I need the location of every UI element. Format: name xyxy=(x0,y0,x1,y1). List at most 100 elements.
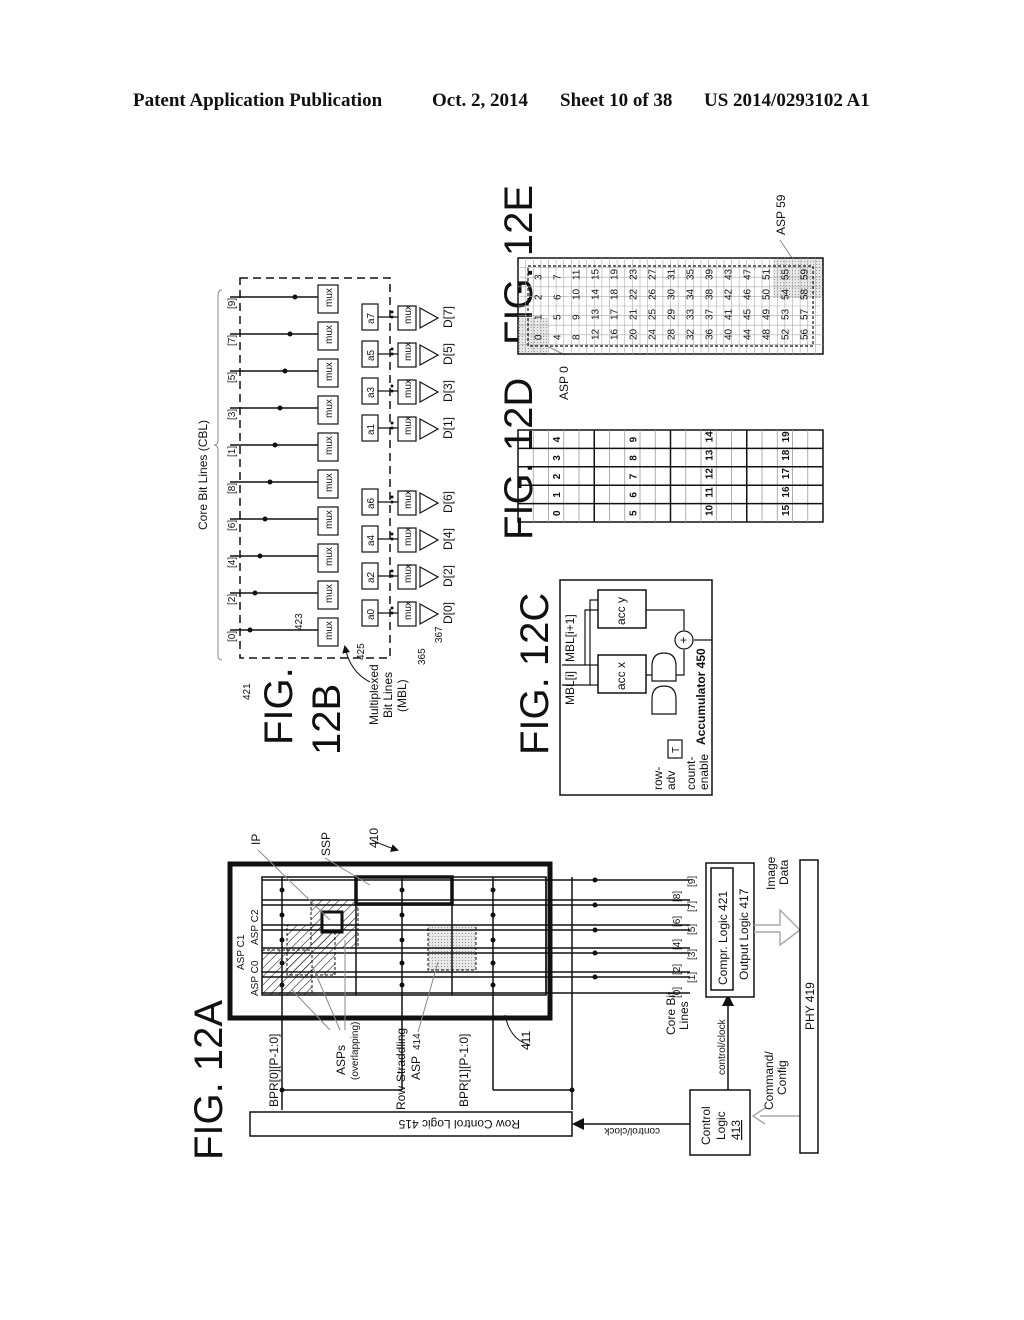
overlapping-label: (overlapping) xyxy=(350,1022,361,1080)
output-label: D[0] xyxy=(441,602,455,624)
bpr0-label: BPR[0][P-1:0] xyxy=(267,1034,281,1107)
grid-cell-label: 9 xyxy=(628,436,639,442)
grid-cell-label: 36 xyxy=(705,328,716,340)
and-gate-457 xyxy=(651,685,677,715)
grid-cell-label: 18 xyxy=(610,288,621,300)
buffer-icon xyxy=(419,565,440,589)
buffer-icon xyxy=(419,380,440,404)
grid-cell-label: 0 xyxy=(552,510,563,516)
row-adv-label-1: adv xyxy=(664,771,678,790)
mux-label: mux xyxy=(324,436,335,455)
adder-label: a1 xyxy=(366,423,377,435)
grid-cell-label: 12 xyxy=(705,468,716,480)
mbl-i1-label: MBL[i+1] xyxy=(563,614,577,662)
grid-cell-label: 54 xyxy=(781,288,792,300)
output-label: D[6] xyxy=(441,491,455,513)
grid-cell-label: 8 xyxy=(572,334,583,340)
control-logic-label-0: Control xyxy=(699,1106,713,1145)
cbl-input: [9] xyxy=(227,298,238,309)
acc-x-label: acc x xyxy=(614,662,628,690)
bit-index-labels: [0] [1] [2] [3] [4] [5] [6] [7] [8] [9] xyxy=(672,876,698,998)
ref-423: 423 xyxy=(294,613,305,630)
output-label: D[2] xyxy=(441,565,455,587)
grid-cell-label: 9 xyxy=(572,314,583,320)
grid-cell-label: 28 xyxy=(667,328,678,340)
ref-414: 414 xyxy=(412,1033,423,1050)
grid-cell-label: 1 xyxy=(534,314,545,320)
grid-cell-label: 6 xyxy=(628,492,639,498)
ref-425: 425 xyxy=(356,643,367,660)
asps-label: ASPs xyxy=(334,1045,348,1075)
bit-index: [7] xyxy=(687,901,698,912)
bit-index: [3] xyxy=(687,949,698,960)
grid-cell-label: 16 xyxy=(781,486,792,498)
grid-cell-label: 10 xyxy=(705,504,716,516)
grid-cell-label: 7 xyxy=(553,274,564,280)
grid-cell-label: 44 xyxy=(743,328,754,340)
image-data-label-1: Data xyxy=(777,859,791,885)
mbl-label-1: Bit Lines xyxy=(381,672,395,718)
bit-index: [0] xyxy=(672,987,683,998)
grid-cell-label: 5 xyxy=(628,510,639,516)
bit-index: [2] xyxy=(672,964,683,975)
grid-cell-label: 0 xyxy=(534,334,545,340)
mux-label: mux xyxy=(403,416,414,435)
and-gate-458 xyxy=(651,652,677,682)
grid-cell-label: 48 xyxy=(762,328,773,340)
grid-cell-label: 13 xyxy=(591,308,602,320)
grid-cell-label: 6 xyxy=(553,294,564,300)
grid-cell-label: 8 xyxy=(628,455,639,461)
grid-cell-label: 26 xyxy=(648,288,659,300)
core-bit-lines-label-1: Lines xyxy=(677,1001,691,1030)
fig-12b: FIG. 12B Core Bit Lines (CBL) [0] mux [2] m… xyxy=(196,277,455,755)
output-logic-label: Output Logic 417 xyxy=(737,888,751,980)
grid-cell-label: 57 xyxy=(800,308,811,320)
drawing-sheet: FIG. 12A ASP C0 ASP C1 ASP C2 IP SSP 410… xyxy=(187,185,824,1160)
mux-label: mux xyxy=(324,399,335,418)
grid-cell-label: 51 xyxy=(762,268,773,280)
grid-cell-label: 58 xyxy=(800,288,811,300)
grid-cell-label: 19 xyxy=(610,268,621,280)
grid-cell-label: 5 xyxy=(553,314,564,320)
grid-cell-label: 40 xyxy=(724,328,735,340)
grid-cell-label: 27 xyxy=(648,268,659,280)
grid-cell-label: 2 xyxy=(552,473,563,479)
cbl-input: [0] xyxy=(227,631,238,642)
adder-label: a0 xyxy=(366,608,377,620)
grid-cell-label: 1 xyxy=(552,492,563,498)
grid-cell-label: 42 xyxy=(724,288,735,300)
grid-cell-label: 38 xyxy=(705,288,716,300)
adder-label: a6 xyxy=(366,497,377,509)
cbl-input: [8] xyxy=(227,483,238,494)
control-clock-label-1: control/clock xyxy=(603,1125,660,1136)
fig-12b-title-0: FIG. xyxy=(257,667,301,745)
grid-cell-label: 25 xyxy=(648,308,659,320)
fig-12d-title: FIG. 12D xyxy=(497,378,541,540)
mux-label: mux xyxy=(403,305,414,324)
fig-12d-grid: 012345678910111213141516171819 xyxy=(517,429,824,523)
grid-cell-label: 23 xyxy=(629,268,640,280)
adder-label: a5 xyxy=(366,349,377,361)
mbl-label-0: Multiplexed xyxy=(367,664,381,725)
mux-label: mux xyxy=(324,547,335,566)
grid-cell-label: 18 xyxy=(781,449,792,461)
grid-cell-label: 52 xyxy=(781,328,792,340)
grid-cell-label: 7 xyxy=(628,473,639,479)
grid-cell-label: 24 xyxy=(648,328,659,340)
grid-cell-label: 35 xyxy=(686,268,697,280)
fig-12e: FIG. 12E ASP 0 ASP 59 012345678910111213… xyxy=(497,185,824,400)
count-enable-label-0: count- xyxy=(684,757,698,790)
grid-cell-label: 3 xyxy=(552,455,563,461)
ref-411: 411 xyxy=(519,1031,533,1050)
mux-label: mux xyxy=(324,288,335,307)
grid-cell-label: 11 xyxy=(705,487,716,498)
grid-cell-label: 11 xyxy=(572,269,583,280)
grid-cell-label: 32 xyxy=(686,328,697,340)
output-label: D[7] xyxy=(441,306,455,328)
grid-cell-label: 3 xyxy=(534,274,545,280)
compr-logic-label: Compr. Logic 421 xyxy=(716,891,730,985)
grid-cell-label: 21 xyxy=(629,308,640,320)
row-control-label: Row Control Logic 415 xyxy=(398,1117,520,1131)
cbl-input: [4] xyxy=(227,557,238,568)
t-label: T xyxy=(671,747,682,753)
